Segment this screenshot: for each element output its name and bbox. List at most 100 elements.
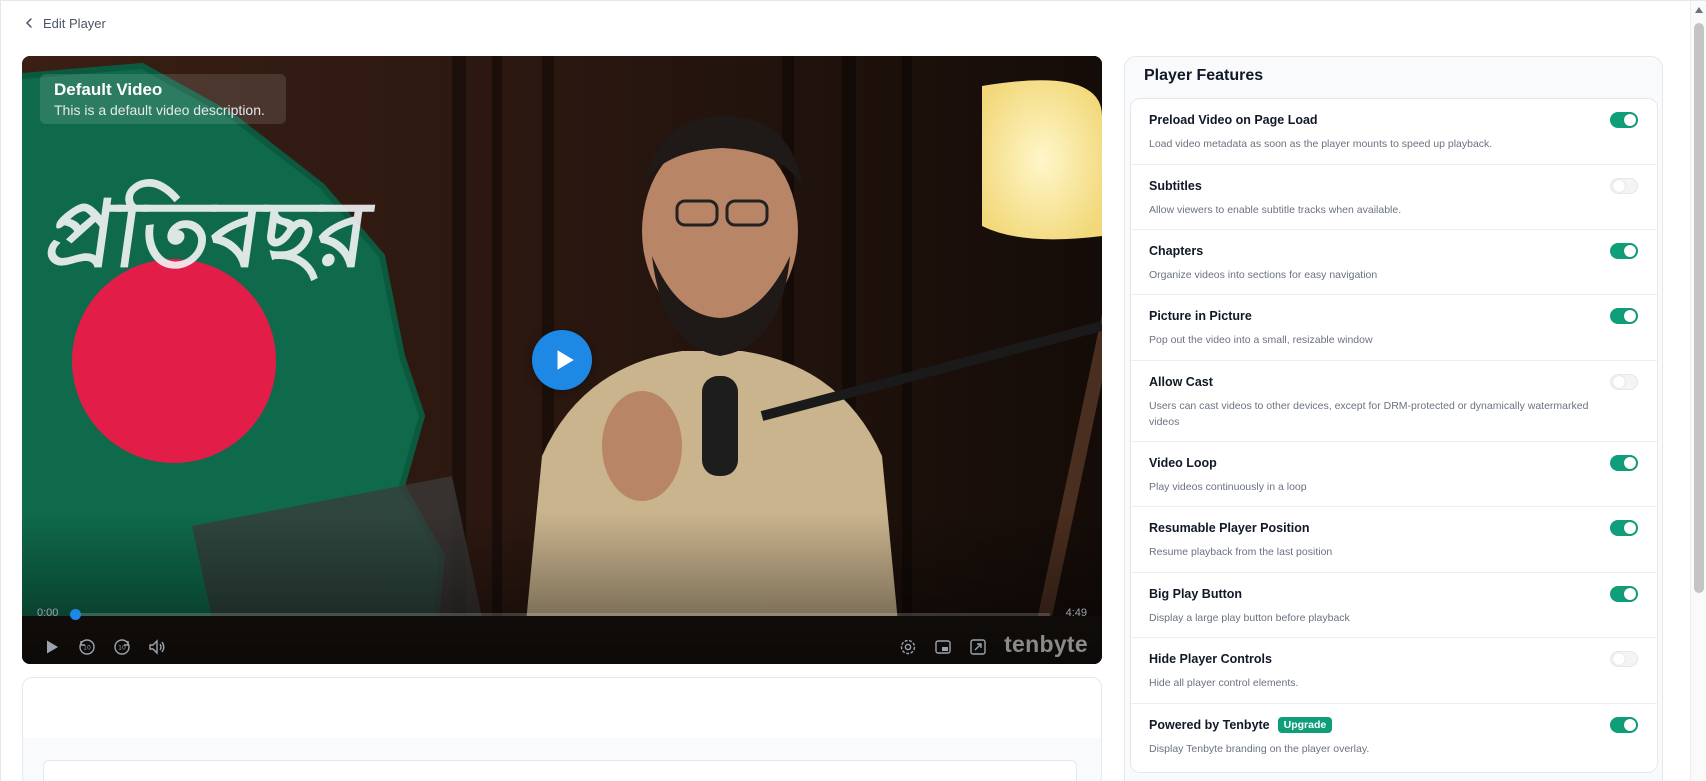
- page-scrollbar[interactable]: [1690, 1, 1706, 781]
- feature-name: Hide Player Controls: [1149, 651, 1597, 667]
- feature-label: Powered by Tenbyte: [1149, 718, 1270, 732]
- forward-10-button[interactable]: 10: [112, 637, 132, 657]
- panel-title: Player Features: [1144, 67, 1264, 84]
- play-icon: [557, 350, 574, 370]
- toggle-knob: [1624, 522, 1636, 534]
- toggle-knob: [1624, 588, 1636, 600]
- feature-description: Users can cast videos to other devices, …: [1149, 400, 1589, 428]
- feature-toggle[interactable]: [1610, 308, 1638, 324]
- gear-icon: [900, 639, 916, 655]
- play-icon: [47, 640, 58, 654]
- feature-row: Hide Player Controls Hide all player cont…: [1131, 638, 1657, 704]
- toggle-knob: [1613, 653, 1625, 665]
- feature-label: Allow Cast: [1149, 375, 1213, 389]
- feature-description: Load video metadata as soon as the playe…: [1149, 138, 1493, 150]
- toggle-knob: [1624, 719, 1636, 731]
- rewind-10-button[interactable]: 10: [77, 637, 97, 657]
- feature-name: Allow Cast: [1149, 374, 1597, 390]
- feature-row: Picture in Picture Pop out the video into…: [1131, 295, 1657, 361]
- duration: 4:49: [1065, 607, 1087, 619]
- fullscreen-icon: [970, 639, 986, 655]
- svg-text:10: 10: [118, 645, 126, 652]
- rewind-10-icon: 10: [79, 639, 95, 655]
- feature-label: Subtitles: [1149, 179, 1202, 193]
- settings-input-area[interactable]: [43, 760, 1077, 781]
- feature-row: Resumable Player Position Resume playback…: [1131, 507, 1657, 573]
- feature-name: Picture in Picture: [1149, 308, 1597, 324]
- feature-name: Preload Video on Page Load: [1149, 112, 1597, 128]
- feature-description: Organize videos into sections for easy n…: [1149, 269, 1378, 281]
- toggle-knob: [1613, 180, 1625, 192]
- toggle-knob: [1613, 376, 1625, 388]
- player-brand-logo: tenbyte: [1004, 631, 1088, 657]
- feature-toggle[interactable]: [1610, 520, 1638, 536]
- feature-name: Subtitles: [1149, 178, 1597, 194]
- scroll-up-arrow[interactable]: [1695, 7, 1703, 13]
- feature-list: Preload Video on Page Load Load video met…: [1130, 98, 1658, 773]
- feature-label: Preload Video on Page Load: [1149, 113, 1318, 127]
- volume-button[interactable]: [147, 637, 167, 657]
- feature-description: Play videos continuously in a loop: [1149, 481, 1307, 493]
- volume-icon: [149, 639, 165, 655]
- big-play-button[interactable]: [532, 330, 592, 390]
- feature-toggle[interactable]: [1610, 717, 1638, 733]
- progress-handle[interactable]: [70, 609, 81, 620]
- scrollbar-thumb[interactable]: [1694, 23, 1704, 593]
- forward-10-icon: 10: [114, 639, 130, 655]
- feature-toggle[interactable]: [1610, 374, 1638, 390]
- video-player[interactable]: প্রতিবছর Default Video This is a defa: [22, 56, 1102, 664]
- toggle-knob: [1624, 245, 1636, 257]
- feature-row: Chapters Organize videos into sections fo…: [1131, 230, 1657, 295]
- feature-toggle[interactable]: [1610, 455, 1638, 471]
- feature-toggle[interactable]: [1610, 112, 1638, 128]
- progress-bar[interactable]: [70, 609, 1050, 620]
- feature-label: Big Play Button: [1149, 587, 1243, 601]
- feature-toggle[interactable]: [1610, 586, 1638, 602]
- fullscreen-button[interactable]: [968, 637, 988, 657]
- feature-name: Resumable Player Position: [1149, 520, 1597, 536]
- feature-toggle[interactable]: [1610, 243, 1638, 259]
- player-features-panel: Player Features Preload Video on Page Lo…: [1124, 56, 1663, 781]
- feature-description: Hide all player control elements.: [1149, 677, 1299, 689]
- obscured-region: [23, 678, 1101, 738]
- feature-row: Powered by Tenbyte Upgrade Display Tenbyte…: [1131, 704, 1657, 772]
- feature-row: Preload Video on Page Load Load video met…: [1131, 99, 1657, 165]
- svg-text:10: 10: [83, 645, 91, 652]
- feature-toggle[interactable]: [1610, 651, 1638, 667]
- chevron-left-icon: [25, 18, 32, 28]
- edit-player-page: Edit Player Default Video This is a defa…: [0, 0, 1706, 781]
- play-control-button[interactable]: [42, 637, 62, 657]
- toggle-knob: [1624, 457, 1636, 469]
- settings-button[interactable]: [898, 637, 918, 657]
- feature-label: Resumable Player Position: [1149, 521, 1310, 535]
- toggle-knob: [1624, 310, 1636, 322]
- back-link[interactable]: Edit Player: [23, 13, 106, 33]
- feature-label: Hide Player Controls: [1149, 652, 1272, 666]
- feature-row: Big Play Button Display a large play butt…: [1131, 573, 1657, 638]
- feature-name: Powered by Tenbyte Upgrade: [1149, 717, 1597, 733]
- toggle-knob: [1624, 114, 1636, 126]
- upgrade-badge[interactable]: Upgrade: [1277, 717, 1333, 733]
- feature-row: Video Loop Play videos continuously in a …: [1131, 442, 1657, 507]
- feature-label: Picture in Picture: [1149, 309, 1252, 323]
- feature-row: Allow Cast Users can cast videos to other…: [1131, 361, 1657, 442]
- feature-label: Chapters: [1149, 244, 1204, 258]
- feature-description: Allow viewers to enable subtitle tracks …: [1149, 204, 1402, 216]
- picture-in-picture-icon: [935, 640, 951, 654]
- feature-row: Subtitles Allow viewers to enable subtitl…: [1131, 165, 1657, 230]
- picture-in-picture-button[interactable]: [933, 637, 953, 657]
- video-title: Default Video: [54, 80, 163, 99]
- feature-name: Video Loop: [1149, 455, 1597, 471]
- feature-description: Pop out the video into a small, resizabl…: [1149, 334, 1373, 346]
- feature-toggle[interactable]: [1610, 178, 1638, 194]
- video-description: This is a default video description.: [54, 102, 265, 118]
- video-title-card: Default Video This is a default video de…: [40, 74, 286, 124]
- feature-label: Video Loop: [1149, 456, 1217, 470]
- feature-name: Chapters: [1149, 243, 1597, 259]
- feature-description: Display a large play button before playb…: [1149, 612, 1350, 624]
- current-time: 0:00: [37, 607, 59, 619]
- feature-name: Big Play Button: [1149, 586, 1597, 602]
- player-settings-card: [22, 677, 1102, 781]
- back-link-label: Edit Player: [43, 15, 106, 31]
- feature-description: Display Tenbyte branding on the player o…: [1149, 743, 1370, 755]
